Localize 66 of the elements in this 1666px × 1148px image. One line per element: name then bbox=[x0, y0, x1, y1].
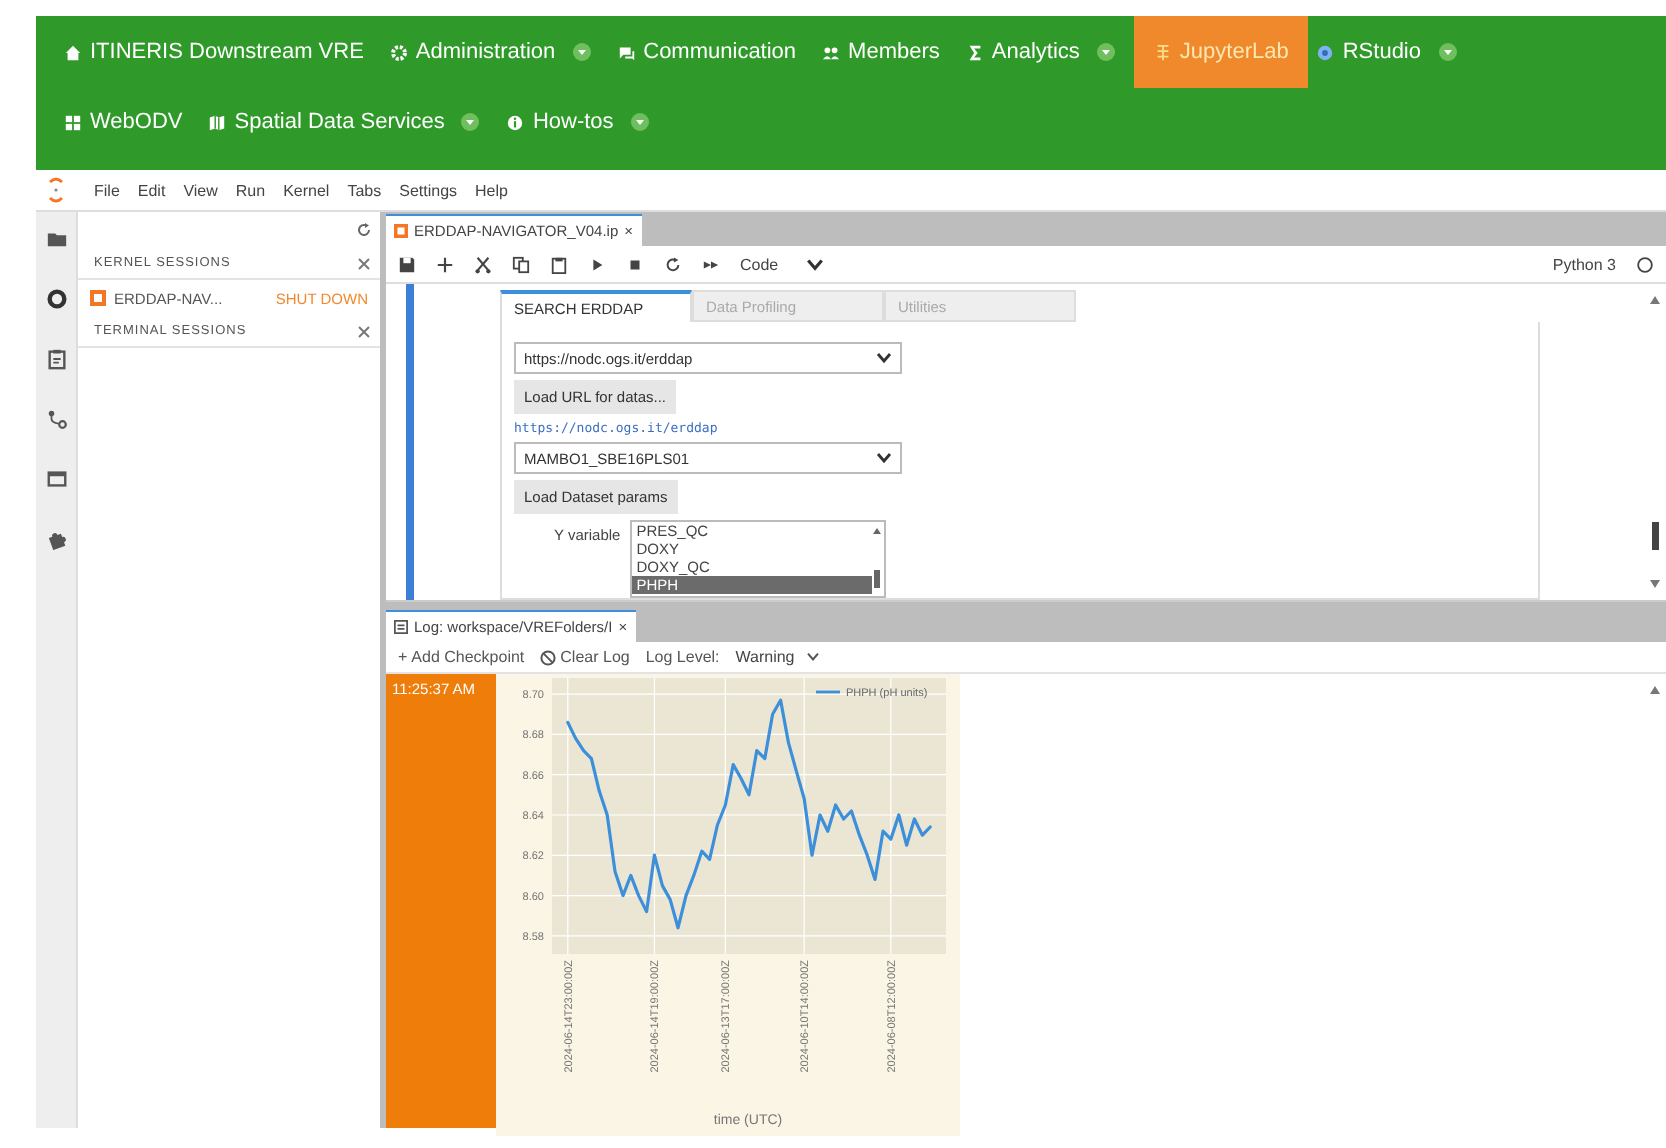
notebook-icon bbox=[394, 224, 408, 238]
menu-item[interactable]: Settings bbox=[399, 181, 458, 199]
nav-item[interactable]: Administration bbox=[381, 16, 610, 88]
dot-icon bbox=[1316, 43, 1335, 61]
menu-item[interactable]: Kernel bbox=[283, 181, 330, 199]
caret-icon bbox=[629, 112, 650, 132]
sigma-icon bbox=[965, 43, 984, 61]
grid-icon bbox=[64, 113, 82, 131]
nav-item[interactable]: Spatial Data Services bbox=[200, 86, 499, 158]
menu-item[interactable]: File bbox=[94, 181, 120, 199]
kernel-status-icon bbox=[1636, 255, 1654, 273]
add-checkpoint-button[interactable]: + Add Checkpoint bbox=[398, 648, 525, 666]
clear-log-button[interactable]: Clear Log bbox=[540, 648, 630, 666]
jupyter-logo-icon bbox=[48, 176, 64, 204]
menu-item[interactable]: Edit bbox=[137, 181, 166, 199]
clear-icon bbox=[540, 649, 557, 665]
nav-item[interactable]: Analytics bbox=[957, 16, 1134, 88]
caret-icon bbox=[1095, 42, 1116, 62]
menu-item[interactable]: View bbox=[183, 181, 218, 199]
nav-item[interactable]: Communication bbox=[609, 16, 815, 88]
chevron-icon bbox=[876, 352, 892, 364]
puzzle-icon[interactable] bbox=[45, 528, 67, 550]
chat-icon bbox=[617, 43, 636, 61]
nodes-icon[interactable] bbox=[45, 408, 67, 430]
kernel-name[interactable]: Python 3 bbox=[1552, 255, 1616, 273]
refresh-icon[interactable] bbox=[356, 222, 372, 238]
notebook-icon bbox=[1153, 43, 1172, 61]
menu-item[interactable]: Tabs bbox=[347, 181, 382, 199]
restart-icon[interactable] bbox=[664, 255, 682, 273]
caret-icon bbox=[571, 42, 592, 62]
add-icon[interactable] bbox=[436, 255, 454, 273]
clipboard-icon[interactable] bbox=[45, 348, 67, 370]
run-icon[interactable] bbox=[588, 255, 606, 273]
log-level-label: Log Level: bbox=[645, 648, 720, 666]
chevron-icon bbox=[806, 255, 825, 273]
chevron-icon bbox=[806, 652, 821, 662]
menu-item[interactable]: Run bbox=[235, 181, 266, 199]
close-icon[interactable] bbox=[358, 257, 370, 269]
save-icon[interactable] bbox=[398, 255, 416, 273]
nav-item[interactable]: WebODV bbox=[56, 86, 201, 158]
people-icon bbox=[822, 43, 841, 61]
menu-item[interactable]: Help bbox=[475, 181, 508, 199]
caret-icon bbox=[1437, 42, 1457, 62]
list-icon bbox=[394, 620, 408, 634]
nav-item[interactable]: RStudio bbox=[1308, 16, 1475, 88]
home-icon bbox=[64, 43, 82, 61]
copy-icon[interactable] bbox=[512, 255, 530, 273]
nav-item[interactable]: How-tos bbox=[498, 86, 668, 158]
cut-icon[interactable] bbox=[474, 255, 492, 273]
chevron-icon bbox=[876, 452, 892, 464]
paste-icon[interactable] bbox=[550, 255, 568, 273]
caret-icon bbox=[460, 112, 481, 132]
stop-icon[interactable] bbox=[626, 255, 644, 273]
close-icon[interactable] bbox=[358, 325, 370, 337]
notebook-icon bbox=[90, 290, 106, 306]
folder-icon[interactable] bbox=[45, 228, 67, 250]
legend-line bbox=[816, 690, 840, 694]
map-icon bbox=[208, 113, 227, 131]
circle-icon[interactable] bbox=[45, 288, 67, 310]
nav-item[interactable]: ITINERIS Downstream VRE bbox=[56, 16, 382, 88]
gear-icon bbox=[389, 43, 408, 61]
nav-item[interactable]: Members bbox=[814, 16, 958, 88]
log-level-dropdown[interactable]: Warning bbox=[735, 648, 821, 666]
info-icon bbox=[506, 113, 525, 131]
cell-type-dropdown[interactable]: Code bbox=[740, 255, 825, 273]
window-icon[interactable] bbox=[45, 468, 67, 490]
